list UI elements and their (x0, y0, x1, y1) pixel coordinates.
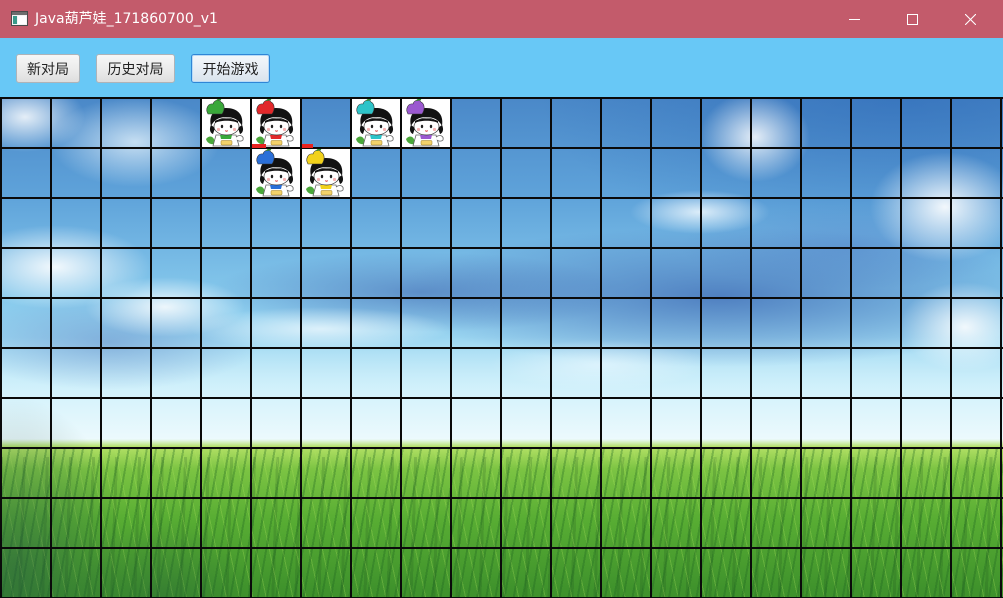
game-board (0, 97, 1003, 598)
app-window-icon[interactable] (11, 11, 28, 26)
calabash-yellow-icon (302, 149, 350, 197)
app-window: Java葫芦娃_171860700_v1 新对局 历史对局 开始游戏 (0, 0, 1003, 598)
health-bar (252, 144, 266, 148)
health-bar (302, 144, 313, 148)
calabash-red-icon (252, 99, 300, 147)
calabash-cyan-icon (352, 99, 400, 147)
calabash-green-piece (202, 99, 250, 147)
calabash-blue-icon (252, 149, 300, 197)
window-controls (825, 0, 999, 38)
toolbar: 新对局 历史对局 开始游戏 (0, 38, 1003, 97)
minimize-icon (848, 14, 860, 25)
calabash-cyan-piece (352, 99, 400, 147)
new-game-button[interactable]: 新对局 (16, 54, 80, 83)
calabash-purple-icon (402, 99, 450, 147)
pieces-layer (0, 97, 1003, 598)
maximize-button[interactable] (883, 0, 941, 38)
history-games-button[interactable]: 历史对局 (96, 54, 175, 83)
minimize-button[interactable] (825, 0, 883, 38)
close-button[interactable] (941, 0, 999, 38)
close-icon (964, 13, 976, 25)
title-bar[interactable]: Java葫芦娃_171860700_v1 (0, 0, 1003, 38)
calabash-red-piece (252, 99, 300, 147)
maximize-icon (906, 13, 918, 25)
calabash-purple-piece (402, 99, 450, 147)
calabash-green-icon (202, 99, 250, 147)
calabash-yellow-piece (302, 149, 350, 197)
window-title: Java葫芦娃_171860700_v1 (35, 11, 218, 27)
start-game-button[interactable]: 开始游戏 (191, 54, 270, 83)
calabash-blue-piece (252, 149, 300, 197)
